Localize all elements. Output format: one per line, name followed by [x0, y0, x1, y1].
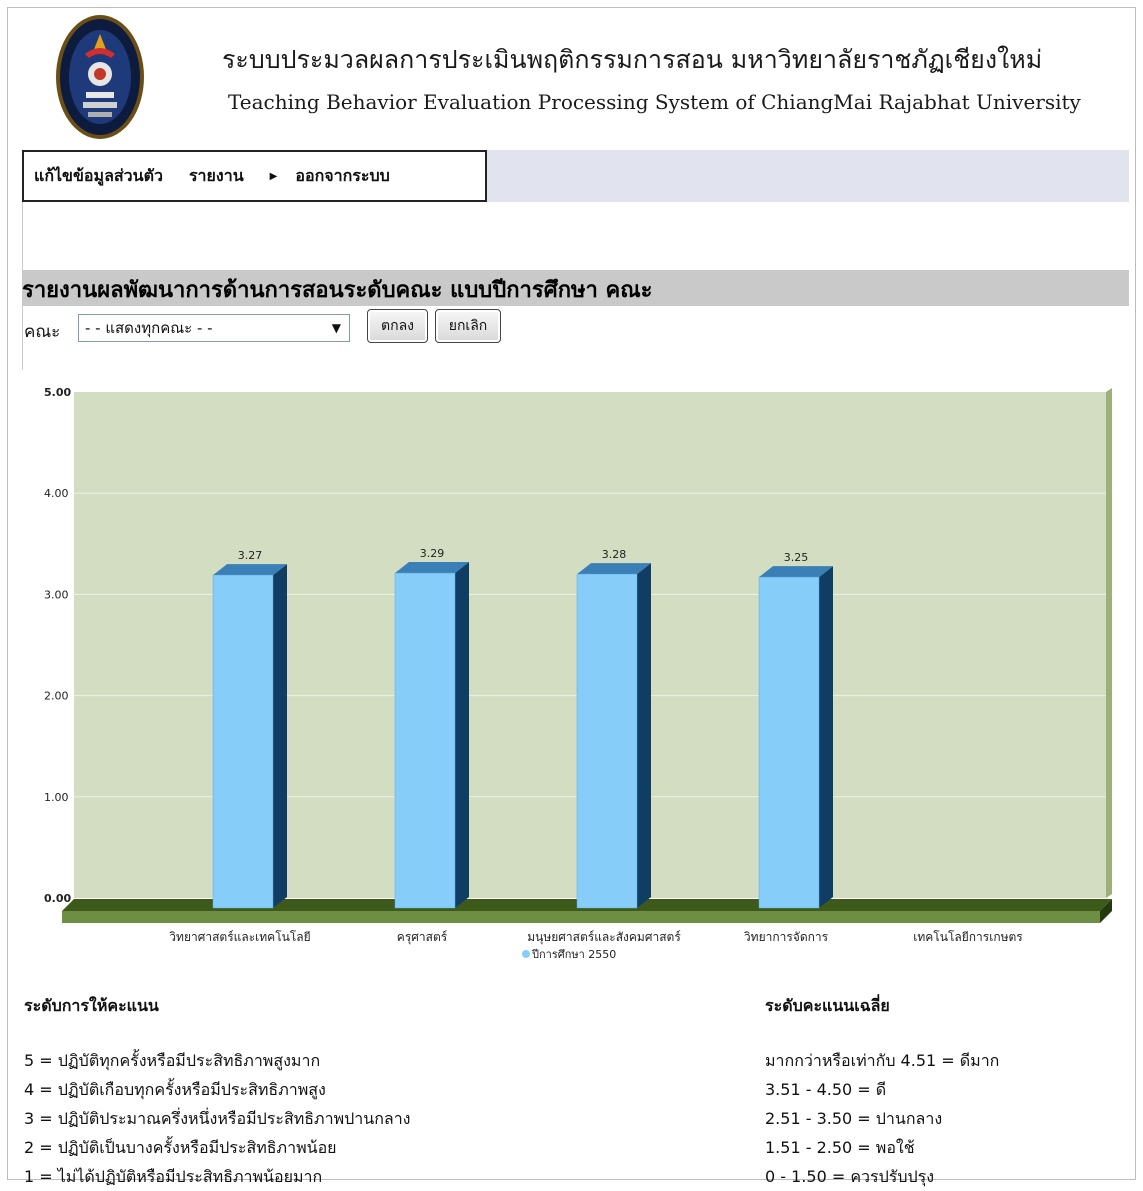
- bar: [394, 572, 456, 909]
- scoring-list: 5 = ปฏิบัติทุกครั้งหรือมีประสิทธิภาพสูงม…: [24, 1046, 411, 1191]
- faculty-selected-value: - - แสดงทุกคณะ - -: [85, 319, 213, 337]
- data-label: 3.29: [420, 547, 445, 560]
- average-list: มากกว่าหรือเท่ากับ 4.51 = ดีมาก 3.51 - 4…: [765, 1046, 999, 1191]
- y-tick-label: 5.00: [44, 386, 71, 399]
- report-title: รายงานผลพัฒนาการด้านการสอนระดับคณะ แบบปี…: [22, 278, 653, 303]
- faculty-label: คณะ: [24, 322, 61, 342]
- menu-logout[interactable]: ออกจากระบบ: [295, 164, 389, 189]
- main-menu: แก้ไขข้อมูลส่วนตัว รายงาน ▶ ออกจากระบบ: [22, 150, 487, 202]
- menu-edit-profile[interactable]: แก้ไขข้อมูลส่วนตัว: [34, 164, 163, 189]
- x-category-label: วิทยาการจัดการ: [744, 930, 829, 944]
- data-label: 3.27: [238, 549, 263, 562]
- menu-report[interactable]: รายงาน: [189, 164, 244, 189]
- cancel-button[interactable]: ยกเลิก: [435, 309, 501, 343]
- bar-side: [637, 563, 651, 908]
- y-tick-label: 3.00: [44, 588, 69, 601]
- average-item: 1.51 - 2.50 = พอใช้: [765, 1138, 915, 1157]
- scoring-item: 4 = ปฏิบัติเกือบทุกครั้งหรือมีประสิทธิภา…: [24, 1080, 326, 1099]
- x-category-label: วิทยาศาสตร์และเทคโนโลยี: [169, 930, 311, 944]
- university-logo: [56, 15, 144, 139]
- faculty-select[interactable]: - - แสดงทุกคณะ - - ▼: [78, 314, 350, 342]
- y-tick-label: 2.00: [44, 690, 69, 703]
- data-label: 3.28: [602, 548, 627, 561]
- bar-side: [819, 566, 833, 908]
- plot-right-wall: [1106, 388, 1112, 898]
- x-category-label: ครุศาสตร์: [397, 930, 448, 945]
- bar-side: [273, 564, 287, 908]
- x-category-label: มนุษยศาสตร์และสังคมศาสตร์: [527, 930, 681, 945]
- y-tick-label: 0.00: [44, 892, 71, 905]
- scoring-item: 3 = ปฏิบัติประมาณครึ่งหนึ่งหรือมีประสิทธ…: [24, 1109, 411, 1128]
- average-title: ระดับคะแนนเฉลี่ย: [765, 996, 890, 1015]
- bar-side: [455, 562, 469, 908]
- ok-button[interactable]: ตกลง: [367, 309, 428, 343]
- chevron-down-icon: ▼: [331, 321, 341, 335]
- system-title-english: Teaching Behavior Evaluation Processing …: [228, 90, 1081, 114]
- x-category-label: เทคโนโลยีการเกษตร: [913, 930, 1023, 944]
- floor-front: [62, 911, 1100, 923]
- faculty-score-chart: 0.00 1.00 2.00 3.00 4.00 5.00 3.27 วิทยาศาสตร์แ…: [44, 386, 1112, 961]
- legend-swatch: [522, 950, 530, 958]
- system-title-thai: ระบบประมวลผลการประเมินพฤติกรรมการสอน มหา…: [222, 45, 1043, 74]
- average-item: 3.51 - 4.50 = ดี: [765, 1080, 887, 1099]
- average-item: มากกว่าหรือเท่ากับ 4.51 = ดีมาก: [765, 1051, 1000, 1070]
- y-tick-label: 1.00: [44, 791, 69, 804]
- bar: [576, 573, 638, 909]
- scoring-item: 2 = ปฏิบัติเป็นบางครั้งหรือมีประสิทธิภาพ…: [24, 1138, 337, 1157]
- bar: [758, 576, 820, 909]
- bar: [212, 574, 274, 909]
- legend-label: ปีการศึกษา 2550: [531, 948, 616, 961]
- data-label: 3.25: [784, 551, 809, 564]
- scoring-title: ระดับการให้คะแนน: [24, 996, 159, 1015]
- scoring-item: 5 = ปฏิบัติทุกครั้งหรือมีประสิทธิภาพสูงม…: [24, 1051, 321, 1070]
- submenu-arrow-icon: ▶: [269, 170, 278, 182]
- y-tick-label: 4.00: [44, 487, 69, 500]
- average-item: 2.51 - 3.50 = ปานกลาง: [765, 1109, 943, 1128]
